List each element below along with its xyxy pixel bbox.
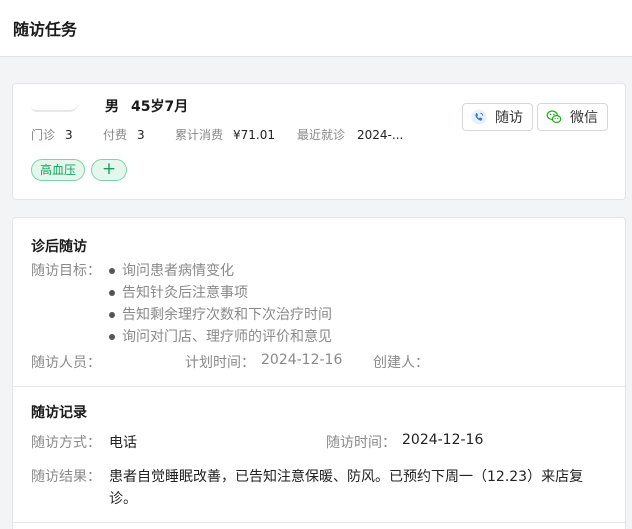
stat-paid: 付费 3 [103, 128, 145, 142]
wechat-button[interactable]: 微信 [537, 103, 608, 131]
staff-label: 随访人员： [31, 355, 101, 371]
goal-label: 随访目标： [31, 263, 101, 279]
goal-item: 询问对门店、理疗师的评价和意见 [109, 326, 332, 348]
call-followup-label: 随访 [495, 110, 523, 126]
goal-item: 告知剩余理疗次数和下次治疗时间 [109, 304, 332, 326]
plan-time-value: 2024-12-16 [261, 352, 343, 368]
goal-item: 询问患者病情变化 [109, 260, 332, 282]
goal-item: 告知针灸后注意事项 [109, 282, 332, 304]
record-time-value: 2024-12-16 [402, 432, 484, 448]
stat-visits: 门诊 3 [31, 128, 73, 142]
method-value: 电话 [109, 435, 137, 451]
patient-age: 45岁7月 [131, 99, 189, 115]
patient-name-masked [31, 98, 79, 112]
result-text: 患者自觉睡眠改善，已告知注意保暖、防风。已预约下周一（12.23）来店复诊。 [109, 469, 584, 507]
phone-icon [471, 109, 487, 125]
divider [13, 386, 625, 387]
patient-gender: 男 [105, 99, 119, 115]
plan-time-label: 计划时间： [185, 355, 255, 371]
page-title: 随访任务 [13, 20, 78, 39]
call-followup-button[interactable]: 随访 [462, 103, 533, 131]
followup-card: 诊后随访 随访目标： 询问患者病情变化 告知针灸后注意事项 告知剩余理疗次数和下… [12, 217, 626, 529]
record-time-label: 随访时间： [326, 435, 396, 451]
patient-card: 男 45岁7月 门诊 3 付费 3 累计消费 ¥71.01 最近就诊 2024-... 高血压 +… [12, 83, 626, 200]
divider [13, 522, 625, 523]
stat-last-visit: 最近就诊 2024-... [297, 128, 404, 142]
tag-list: 高血压 + [31, 159, 128, 181]
goal-list: 询问患者病情变化 告知针灸后注意事项 告知剩余理疗次数和下次治疗时间 询问对门店… [109, 260, 332, 348]
wechat-label: 微信 [570, 110, 598, 126]
patient-basic-info: 男 45岁7月 [105, 96, 188, 116]
add-tag-button[interactable]: + [91, 159, 128, 181]
creator-label: 创建人： [373, 355, 429, 371]
tag-hypertension[interactable]: 高血压 [31, 159, 86, 181]
plan-title: 诊后随访 [31, 239, 87, 255]
patient-stats: 门诊 3 付费 3 累计消费 ¥71.01 最近就诊 2024-... [31, 126, 403, 143]
record-title: 随访记录 [31, 405, 87, 421]
stat-total-spend: 累计消费 ¥71.01 [175, 128, 276, 142]
result-label: 随访结果： [31, 469, 101, 485]
method-label: 随访方式： [31, 435, 101, 451]
wechat-icon [546, 110, 562, 124]
page-header: 随访任务 [0, 0, 632, 57]
